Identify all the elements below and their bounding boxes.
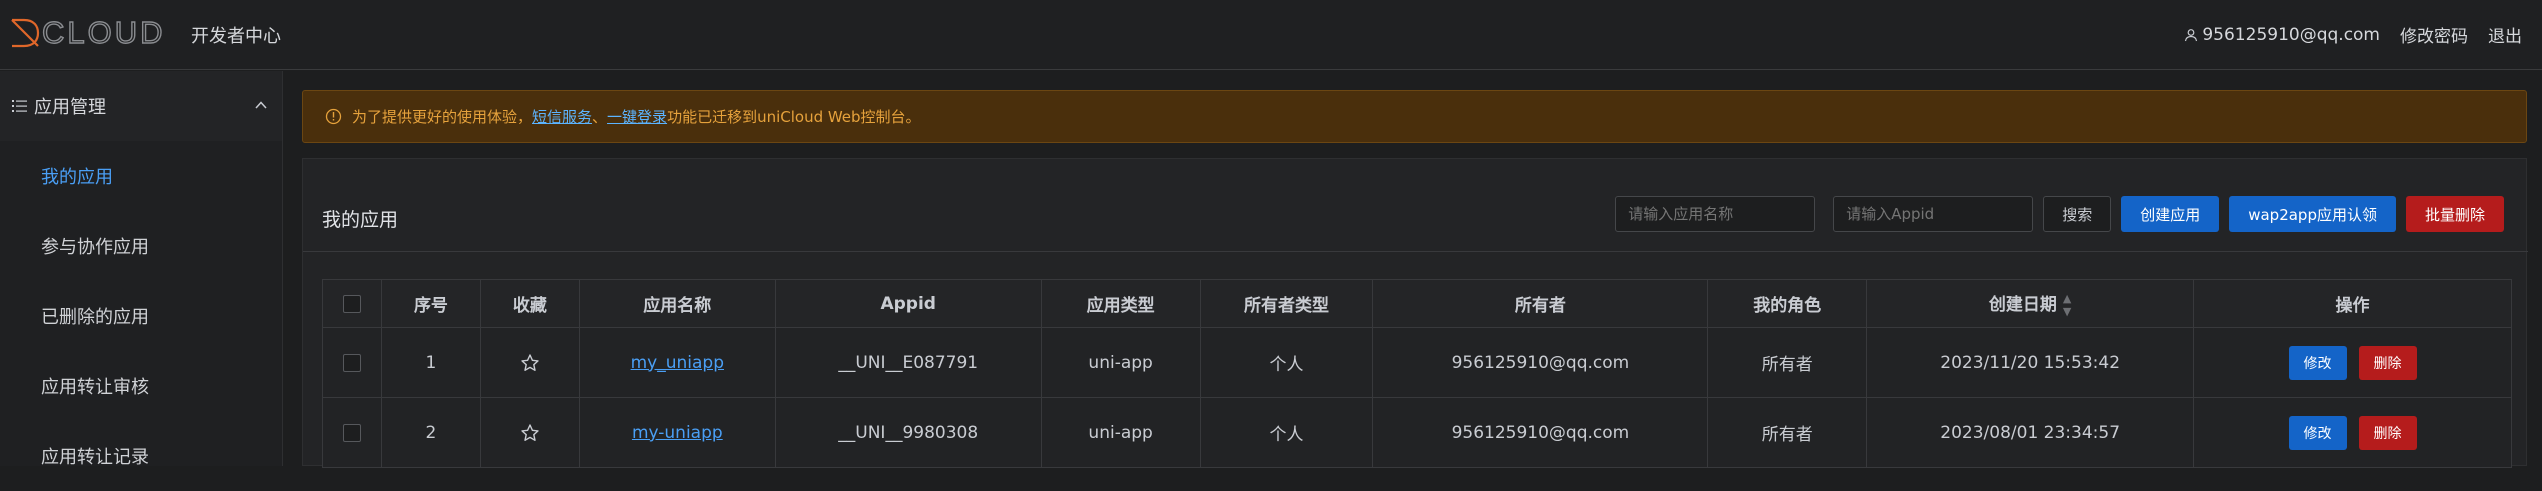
column-header-label: 创建日期 xyxy=(1988,294,2057,315)
row-checkbox[interactable] xyxy=(342,353,361,372)
delete-button[interactable]: 删除 xyxy=(2358,345,2417,380)
actions-cell: 修改 删除 xyxy=(2193,327,2512,398)
row-select-cell xyxy=(322,327,382,398)
sidebar-item-transfer-review[interactable]: 应用转让审核 xyxy=(0,351,282,421)
column-header: 应用名称 xyxy=(578,279,776,328)
favorite-cell xyxy=(479,397,580,468)
column-header: 我的角色 xyxy=(1707,279,1868,328)
table-header-row: 序号 收藏 应用名称 Appid 应用类型 所有者类型 所有者 我的角色 创建日… xyxy=(322,279,2512,328)
edit-button[interactable]: 修改 xyxy=(2288,415,2347,450)
owner-cell: 956125910@qq.com xyxy=(1372,327,1709,398)
create-app-button[interactable]: 创建应用 xyxy=(2121,196,2220,232)
favorite-cell xyxy=(479,327,580,398)
info-circle-icon xyxy=(325,108,342,125)
column-header: 收藏 xyxy=(479,279,580,328)
table-row: 1 my_uniapp __UNI__E087791 uni-app 个人 95… xyxy=(322,327,2512,398)
page-title: 我的应用 xyxy=(322,209,399,231)
apps-table: 序号 收藏 应用名称 Appid 应用类型 所有者类型 所有者 我的角色 创建日… xyxy=(322,279,2512,468)
appid-cell: __UNI__9980308 xyxy=(774,397,1042,468)
toolbar: 搜索 创建应用 wap2app应用认领 批量删除 xyxy=(1615,196,2504,232)
top-right-links: 956125910@qq.com 修改密码 退出 xyxy=(2184,22,2522,47)
main-content: 为了提供更好的使用体验， 短信服务 、 一键登录 功能已迁移到uniCloud … xyxy=(302,90,2528,468)
column-header: 应用类型 xyxy=(1040,279,1201,328)
app-name-cell: my_uniapp xyxy=(578,327,776,398)
row-checkbox[interactable] xyxy=(342,423,361,442)
change-password-link[interactable]: 修改密码 xyxy=(2400,22,2468,47)
app-type-cell: uni-app xyxy=(1040,327,1201,398)
owner-type-cell: 个人 xyxy=(1199,397,1374,468)
table-row: 2 my-uniapp __UNI__9980308 uni-app 个人 95… xyxy=(322,397,2512,468)
created-date-cell: 2023/11/20 15:53:42 xyxy=(1866,327,2195,398)
sort-caret-icon[interactable]: ▲ ▼ xyxy=(2063,292,2071,318)
select-all-checkbox[interactable] xyxy=(342,294,361,313)
top-bar: CLOUD 开发者中心 956125910@qq.com 修改密码 退出 xyxy=(0,0,2542,70)
menu-list-icon xyxy=(12,100,27,112)
dcloud-logo[interactable]: CLOUD xyxy=(10,15,166,50)
sidebar-item-deleted-apps[interactable]: 已删除的应用 xyxy=(0,281,282,351)
one-click-login-link[interactable]: 一键登录 xyxy=(607,106,667,127)
sidebar-item-collab-apps[interactable]: 参与协作应用 xyxy=(0,211,282,281)
column-header: Appid xyxy=(774,279,1042,328)
search-button[interactable]: 搜索 xyxy=(2043,196,2112,232)
column-header: 所有者类型 xyxy=(1199,279,1374,328)
appid-cell: __UNI__E087791 xyxy=(774,327,1042,398)
app-name-link[interactable]: my_uniapp xyxy=(631,353,724,373)
sidebar-section-app-management[interactable]: 应用管理 xyxy=(0,71,282,141)
delete-button[interactable]: 删除 xyxy=(2358,415,2417,450)
role-cell: 所有者 xyxy=(1707,397,1868,468)
star-outline-icon[interactable] xyxy=(520,423,540,443)
app-name-cell: my-uniapp xyxy=(578,397,776,468)
dcloud-logo-icon xyxy=(11,18,40,48)
appid-search-input[interactable] xyxy=(1833,196,2034,232)
divider xyxy=(303,251,2528,252)
column-header: 所有者 xyxy=(1372,279,1709,328)
notice-separator: 、 xyxy=(592,108,608,126)
created-date-header[interactable]: 创建日期 ▲ ▼ xyxy=(1866,279,2195,328)
notice-prefix: 为了提供更好的使用体验， xyxy=(352,108,533,126)
row-index: 1 xyxy=(380,327,481,398)
logout-link[interactable]: 退出 xyxy=(2488,22,2522,47)
sidebar-section-label: 应用管理 xyxy=(34,97,106,118)
row-index: 2 xyxy=(380,397,481,468)
edit-button[interactable]: 修改 xyxy=(2288,345,2347,380)
created-date-cell: 2023/08/01 23:34:57 xyxy=(1866,397,2195,468)
chevron-up-icon[interactable] xyxy=(254,98,268,112)
app-name-search-input[interactable] xyxy=(1615,196,1816,232)
sms-service-link[interactable]: 短信服务 xyxy=(532,106,592,127)
role-cell: 所有者 xyxy=(1707,327,1868,398)
row-select-cell xyxy=(322,397,382,468)
column-header: 操作 xyxy=(2193,279,2512,328)
user-account[interactable]: 956125910@qq.com xyxy=(2184,25,2380,45)
sidebar-item-transfer-records[interactable]: 应用转让记录 xyxy=(0,421,282,491)
owner-cell: 956125910@qq.com xyxy=(1372,397,1709,468)
sidebar-item-my-apps[interactable]: 我的应用 xyxy=(0,141,282,211)
actions-cell: 修改 删除 xyxy=(2193,397,2512,468)
app-type-cell: uni-app xyxy=(1040,397,1201,468)
wap2app-claim-button[interactable]: wap2app应用认领 xyxy=(2229,196,2396,232)
sidebar: 应用管理 我的应用 参与协作应用 已删除的应用 应用转让审核 应用转让记录 xyxy=(0,71,283,468)
logo-text: CLOUD xyxy=(41,15,166,50)
app-name-link[interactable]: my-uniapp xyxy=(632,423,723,443)
user-icon xyxy=(2185,28,2198,41)
owner-type-cell: 个人 xyxy=(1199,327,1374,398)
migration-notice: 为了提供更好的使用体验， 短信服务 、 一键登录 功能已迁移到uniCloud … xyxy=(302,90,2527,143)
select-all-cell xyxy=(322,279,382,328)
column-header: 序号 xyxy=(380,279,481,328)
my-apps-card: 我的应用 搜索 创建应用 wap2app应用认领 批量删除 序号 收藏 应用名称… xyxy=(302,158,2528,468)
star-outline-icon[interactable] xyxy=(520,353,540,373)
notice-suffix: 功能已迁移到uniCloud Web控制台。 xyxy=(667,108,921,126)
batch-delete-button[interactable]: 批量删除 xyxy=(2405,196,2504,232)
developer-center-title: 开发者中心 xyxy=(191,26,281,47)
user-email: 956125910@qq.com xyxy=(2202,24,2380,45)
